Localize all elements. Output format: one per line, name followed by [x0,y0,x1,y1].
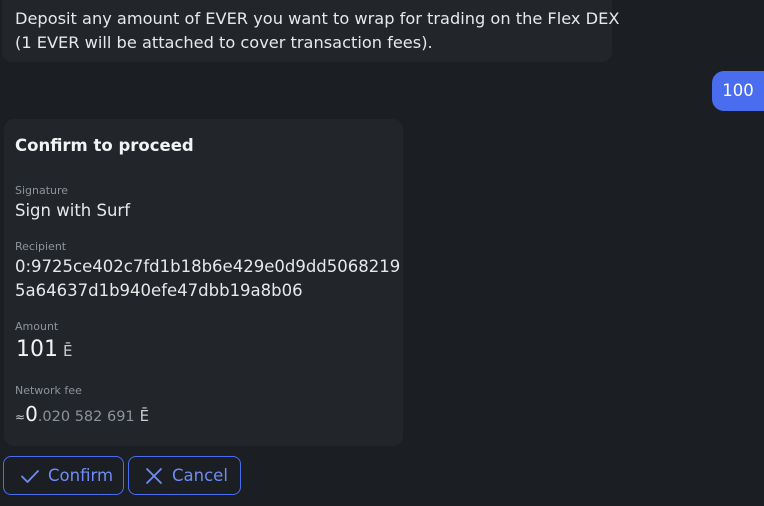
confirm-button[interactable]: Confirm [3,456,124,495]
amount-number: 101 [16,337,58,362]
recipient-address-line: 5a64637d1b940efe47dbb19a8b06 [15,281,303,300]
confirm-button-label: Confirm [48,466,114,485]
amount-label: Amount [15,320,59,333]
network-fee-value: ≈0.020 582 691 Ē [15,402,149,426]
network-fee-label: Network fee [15,384,82,397]
ever-currency-icon: Ē [139,407,150,425]
card-title: Confirm to proceed [15,136,194,155]
close-icon [146,467,162,484]
amount-value: 101 Ē [16,337,72,362]
bot-message-line: (1 EVER will be attached to cover transa… [15,33,433,52]
signature-value: Sign with Surf [15,201,131,220]
ever-currency-icon: Ē [63,342,73,360]
check-icon [21,469,39,483]
fee-fraction: .020 582 691 [37,409,135,425]
recipient-label: Recipient [15,240,67,253]
signature-label: Signature [15,184,69,197]
recipient-address-line: 0:9725ce402c7fd1b18b6e429e0d9dd5068219 [15,257,401,276]
cancel-button-label: Cancel [172,466,228,485]
bot-message-bubble: Deposit any amount of EVER you want to w… [2,0,619,62]
fee-integer: 0 [25,402,38,426]
approx-sign: ≈ [15,410,26,424]
cancel-button[interactable]: Cancel [128,456,241,495]
user-message-bubble: 100 [712,71,764,111]
bot-message-line: Deposit any amount of EVER you want to w… [15,9,620,28]
confirm-card: Confirm to proceed Signature Sign with S… [4,119,403,446]
